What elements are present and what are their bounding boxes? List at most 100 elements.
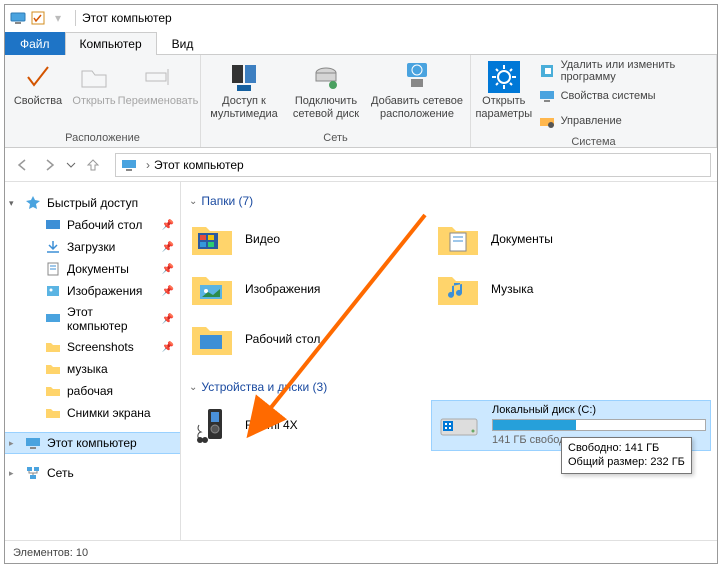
breadcrumb-root[interactable]: Этот компьютер <box>154 158 244 172</box>
pc-icon <box>25 435 41 451</box>
ribbon-tabs: Файл Компьютер Вид <box>5 31 717 55</box>
sidebar-documents[interactable]: Документы📌 <box>5 258 180 280</box>
monitor-icon <box>539 88 555 104</box>
tab-view[interactable]: Вид <box>157 32 209 55</box>
videos-folder-icon <box>189 218 235 260</box>
drives-group-header[interactable]: ⌄ Устройства и диски (3) <box>185 376 717 400</box>
back-button[interactable] <box>11 153 35 177</box>
sidebar-snapshots[interactable]: Снимки экрана <box>5 402 180 424</box>
folder-music[interactable]: Музыка <box>431 264 677 314</box>
qat-properties-icon[interactable] <box>29 9 47 27</box>
desktop-folder-icon <box>189 318 235 360</box>
pc-icon <box>45 311 61 327</box>
checkmark-icon <box>22 61 54 93</box>
disk-label: Локальный диск (C:) <box>492 403 706 417</box>
sidebar-this-pc[interactable]: ▸ Этот компьютер <box>5 432 180 454</box>
pin-icon: 📌 <box>162 314 174 325</box>
disk-icon <box>436 404 482 446</box>
history-dropdown[interactable] <box>63 153 79 177</box>
navigation-bar: › Этот компьютер <box>5 148 717 182</box>
sidebar-desktop[interactable]: Рабочий стол📌 <box>5 214 180 236</box>
disk-usage-bar <box>492 419 706 431</box>
navigation-pane: ▾ Быстрый доступ Рабочий стол📌 Загрузки📌… <box>5 182 181 540</box>
ribbon: Свойства Открыть Переименовать Расположе… <box>5 55 717 148</box>
folder-icon <box>45 405 61 421</box>
sidebar-thispc-quick[interactable]: Этот компьютер📌 <box>5 302 180 336</box>
rename-button: Переименовать <box>119 57 197 108</box>
sidebar-quick-access[interactable]: ▾ Быстрый доступ <box>5 192 180 214</box>
uninstall-icon <box>539 63 555 79</box>
separator <box>75 10 76 26</box>
ribbon-group-location: Свойства Открыть Переименовать Расположе… <box>5 55 201 147</box>
folder-icon <box>45 339 61 355</box>
device-redmi[interactable]: Redmi 4X <box>185 402 431 448</box>
sidebar-work[interactable]: рабочая <box>5 380 180 402</box>
up-button[interactable] <box>81 153 105 177</box>
folder-icon <box>45 361 61 377</box>
pictures-folder-icon <box>189 268 235 310</box>
phone-device-icon <box>189 404 235 446</box>
pin-icon: 📌 <box>162 242 174 253</box>
chevron-right-icon[interactable]: › <box>146 158 150 172</box>
manage-button[interactable]: Управление <box>539 110 710 132</box>
tab-computer[interactable]: Компьютер <box>65 32 157 55</box>
sidebar-network[interactable]: ▸ Сеть <box>5 462 180 484</box>
ribbon-group-network: Доступ к мультимедиа Подключить сетевой … <box>201 55 471 147</box>
expand-icon[interactable]: ▾ <box>9 198 14 209</box>
forward-button[interactable] <box>37 153 61 177</box>
chevron-down-icon: ⌄ <box>189 196 197 207</box>
music-folder-icon <box>435 268 481 310</box>
sidebar-screenshots[interactable]: Screenshots📌 <box>5 336 180 358</box>
download-icon <box>45 239 61 255</box>
folders-group-header[interactable]: ⌄ Папки (7) <box>185 190 717 214</box>
pictures-icon <box>45 283 61 299</box>
open-folder-icon <box>78 61 110 93</box>
tab-file[interactable]: Файл <box>5 32 65 55</box>
pin-icon: 📌 <box>162 220 174 231</box>
expand-icon[interactable]: ▸ <box>9 468 14 479</box>
folder-pictures[interactable]: Изображения <box>185 264 431 314</box>
pc-icon <box>116 157 142 173</box>
gear-icon <box>488 61 520 93</box>
address-bar[interactable]: › Этот компьютер <box>115 153 711 177</box>
documents-folder-icon <box>435 218 481 260</box>
app-icon <box>9 9 27 27</box>
desktop-icon <box>45 217 61 233</box>
sidebar-music[interactable]: музыка <box>5 358 180 380</box>
document-icon <box>45 261 61 277</box>
chevron-down-icon: ⌄ <box>189 382 197 393</box>
open-button: Открыть <box>69 57 119 108</box>
folder-icon <box>45 383 61 399</box>
media-icon <box>228 61 260 93</box>
sidebar-downloads[interactable]: Загрузки📌 <box>5 236 180 258</box>
properties-button[interactable]: Свойства <box>7 57 69 108</box>
folder-documents[interactable]: Документы <box>431 214 677 264</box>
manage-icon <box>539 113 555 129</box>
ribbon-group-system: Открыть параметры Удалить или изменить п… <box>471 55 717 147</box>
add-network-location-button[interactable]: Добавить сетевое расположение <box>367 57 467 121</box>
uninstall-button[interactable]: Удалить или изменить программу <box>539 60 710 82</box>
network-icon <box>25 465 41 481</box>
title-bar: ▾ Этот компьютер <box>5 5 717 31</box>
folder-videos[interactable]: Видео <box>185 214 431 264</box>
globe-icon <box>401 61 433 93</box>
pin-icon: 📌 <box>162 342 174 353</box>
map-drive-button[interactable]: Подключить сетевой диск <box>285 57 367 121</box>
window-title: Этот компьютер <box>82 11 172 25</box>
rename-icon <box>142 61 174 93</box>
network-drive-icon <box>310 61 342 93</box>
media-access-button[interactable]: Доступ к мультимедиа <box>203 57 285 121</box>
sidebar-pictures[interactable]: Изображения📌 <box>5 280 180 302</box>
system-properties-button[interactable]: Свойства системы <box>539 85 710 107</box>
status-bar: Элементов: 10 <box>5 540 717 564</box>
qat-new-folder-icon[interactable]: ▾ <box>49 9 67 27</box>
pin-icon: 📌 <box>162 264 174 275</box>
content-pane: ⌄ Папки (7) Видео Документы Изображения <box>181 182 717 540</box>
star-icon <box>25 195 41 211</box>
item-count: Элементов: 10 <box>13 547 88 559</box>
disk-tooltip: Свободно: 141 ГБ Общий размер: 232 ГБ <box>561 437 692 474</box>
folder-desktop[interactable]: Рабочий стол <box>185 314 431 364</box>
open-settings-button[interactable]: Открыть параметры <box>473 57 535 121</box>
pin-icon: 📌 <box>162 286 174 297</box>
expand-icon[interactable]: ▸ <box>9 438 14 449</box>
